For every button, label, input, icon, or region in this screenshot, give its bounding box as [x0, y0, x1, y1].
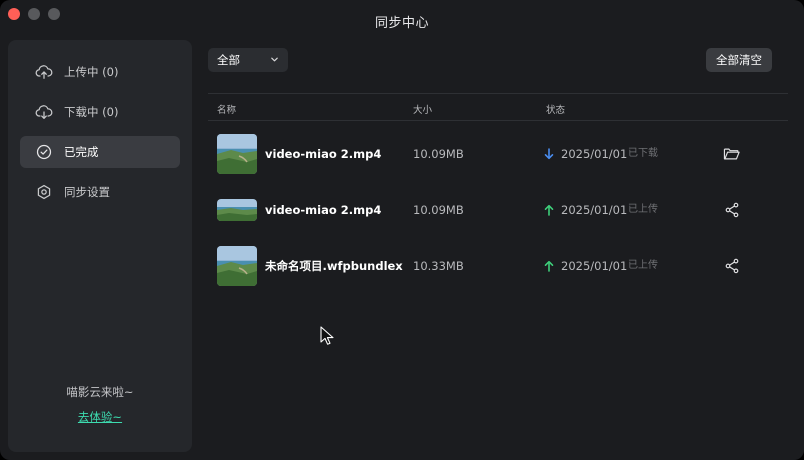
video-thumbnail [217, 134, 257, 174]
clear-all-button[interactable]: 全部清空 [706, 48, 772, 72]
column-header-name: 名称 [217, 105, 237, 116]
sidebar-item-label: 下载中 (0) [64, 105, 119, 119]
filter-dropdown[interactable]: 全部 [208, 48, 288, 72]
filter-selected-value: 全部 [217, 53, 240, 67]
sidebar-item-label: 上传中 (0) [64, 65, 119, 79]
sync-center-window: 同步中心 上传中 (0) 下载中 (0) 已完成 同步设置 喵影云来啦~ 去体验… [0, 0, 804, 460]
divider [208, 120, 788, 121]
file-name: video-miao 2.mp4 [265, 203, 382, 217]
table-row[interactable]: 未命名项目.wfpbundlex 10.33MB 2025/01/01 已上传 [208, 242, 788, 290]
arrow-up-icon [544, 260, 554, 272]
cloud-upload-icon [35, 63, 53, 81]
status-label: 已下载 [628, 148, 658, 159]
file-size: 10.09MB [413, 203, 464, 217]
sidebar-item-completed[interactable]: 已完成 [20, 136, 180, 168]
sidebar: 上传中 (0) 下载中 (0) 已完成 同步设置 喵影云来啦~ 去体验~ [8, 40, 192, 452]
sidebar-item-label: 同步设置 [64, 185, 110, 199]
cloud-promo-text: 喵影云来啦~ [66, 385, 134, 399]
share-icon[interactable] [721, 256, 743, 276]
arrow-down-icon [544, 148, 554, 160]
file-size: 10.09MB [413, 147, 464, 161]
title-bar: 同步中心 [0, 0, 804, 36]
check-circle-icon [35, 143, 53, 161]
sidebar-item-uploading[interactable]: 上传中 (0) [20, 56, 180, 88]
video-thumbnail [217, 199, 257, 221]
status-label: 已上传 [628, 204, 658, 215]
folder-icon[interactable] [721, 144, 743, 164]
file-date: 2025/01/01 [561, 203, 628, 217]
arrow-up-icon [544, 204, 554, 216]
column-header-size: 大小 [413, 105, 433, 116]
file-date: 2025/01/01 [561, 147, 628, 161]
file-size: 10.33MB [413, 259, 464, 273]
cloud-download-icon [35, 103, 53, 121]
share-icon[interactable] [721, 200, 743, 220]
project-thumbnail [217, 246, 257, 286]
sidebar-item-sync-settings[interactable]: 同步设置 [20, 176, 180, 208]
file-name: 未命名项目.wfpbundlex [265, 259, 403, 273]
table-row[interactable]: video-miao 2.mp4 10.09MB 2025/01/01 已上传 [208, 186, 788, 234]
status-label: 已上传 [628, 260, 658, 271]
file-date: 2025/01/01 [561, 259, 628, 273]
divider [208, 93, 788, 94]
gear-icon [35, 183, 53, 201]
window-title: 同步中心 [374, 16, 429, 31]
file-name: video-miao 2.mp4 [265, 147, 382, 161]
column-header-status: 状态 [546, 105, 566, 116]
mouse-cursor-icon [320, 326, 334, 345]
table-row[interactable]: video-miao 2.mp4 10.09MB 2025/01/01 已下载 [208, 130, 788, 178]
try-cloud-link[interactable]: 去体验~ [8, 409, 192, 425]
chevron-down-icon [271, 57, 278, 62]
sidebar-item-downloading[interactable]: 下载中 (0) [20, 96, 180, 128]
sidebar-item-label: 已完成 [64, 145, 99, 159]
